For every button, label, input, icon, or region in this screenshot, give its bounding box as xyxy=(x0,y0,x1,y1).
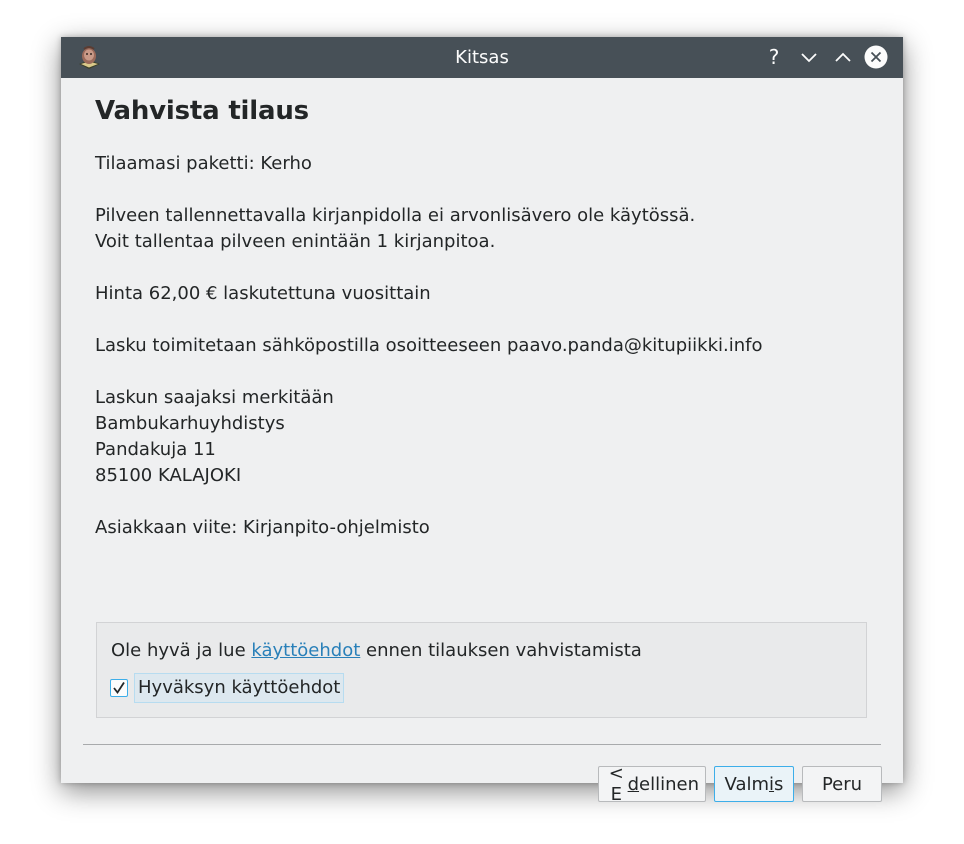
previous-button[interactable]: < Ed ellinen xyxy=(598,763,706,805)
maximize-icon[interactable] xyxy=(831,45,855,69)
dialog-content: Vahvista tilaus Tilaamasi paketti: Kerho… xyxy=(61,78,903,805)
help-icon[interactable]: ? xyxy=(762,45,786,69)
recipient-name: Bambukarhuyhdistys xyxy=(95,413,285,434)
minimize-icon[interactable] xyxy=(797,45,821,69)
finish-button[interactable]: Valm i s xyxy=(714,766,794,802)
package-line: Tilaamasi paketti: Kerho xyxy=(95,153,312,174)
terms-suffix: ennen tilauksen vahvistamista xyxy=(360,640,642,661)
order-summary: Tilaamasi paketti: Kerho Pilveen tallenn… xyxy=(95,151,763,541)
recipient-heading: Laskun saajaksi merkitään xyxy=(95,387,334,408)
vat-line: Pilveen tallennettavalla kirjanpidolla e… xyxy=(95,205,696,226)
previous-label-start: < E xyxy=(608,763,624,805)
checkbox-label[interactable]: Hyväksyn käyttöehdot xyxy=(134,673,345,703)
accept-terms-checkbox[interactable]: Hyväksyn käyttöehdot xyxy=(110,673,345,703)
invoice-line: Lasku toimitetaan sähköpostilla osoittee… xyxy=(95,335,763,356)
price-line: Hinta 62,00 € laskutettuna vuosittain xyxy=(95,283,431,304)
checkbox-box[interactable] xyxy=(110,679,128,697)
recipient-street: Pandakuja 11 xyxy=(95,439,216,460)
terms-box: Ole hyvä ja lue käyttöehdot ennen tilauk… xyxy=(96,622,867,718)
limit-line: Voit tallentaa pilveen enintään 1 kirjan… xyxy=(95,231,496,252)
terms-link[interactable]: käyttöehdot xyxy=(251,640,360,661)
dialog-window: Kitsas ? Vahvista tilaus Tilaamasi paket… xyxy=(61,37,903,805)
finish-label-end: s xyxy=(774,773,784,795)
reference-line: Asiakkaan viite: Kirjanpito-ohjelmisto xyxy=(95,517,430,538)
previous-label-end: ellinen xyxy=(639,773,699,795)
recipient-postal: 85100 KALAJOKI xyxy=(95,465,242,486)
terms-text: Ole hyvä ja lue käyttöehdot ennen tilauk… xyxy=(111,638,642,664)
separator xyxy=(83,744,881,745)
terms-prefix: Ole hyvä ja lue xyxy=(111,640,252,661)
previous-mnemonic: d xyxy=(627,773,640,795)
checkmark-icon xyxy=(113,682,125,695)
title-bar[interactable]: Kitsas ? xyxy=(61,37,903,78)
cancel-button[interactable]: Peru xyxy=(802,766,882,802)
close-icon[interactable] xyxy=(864,45,888,69)
finish-label-start: Valm xyxy=(724,773,770,795)
page-title: Vahvista tilaus xyxy=(95,96,309,126)
